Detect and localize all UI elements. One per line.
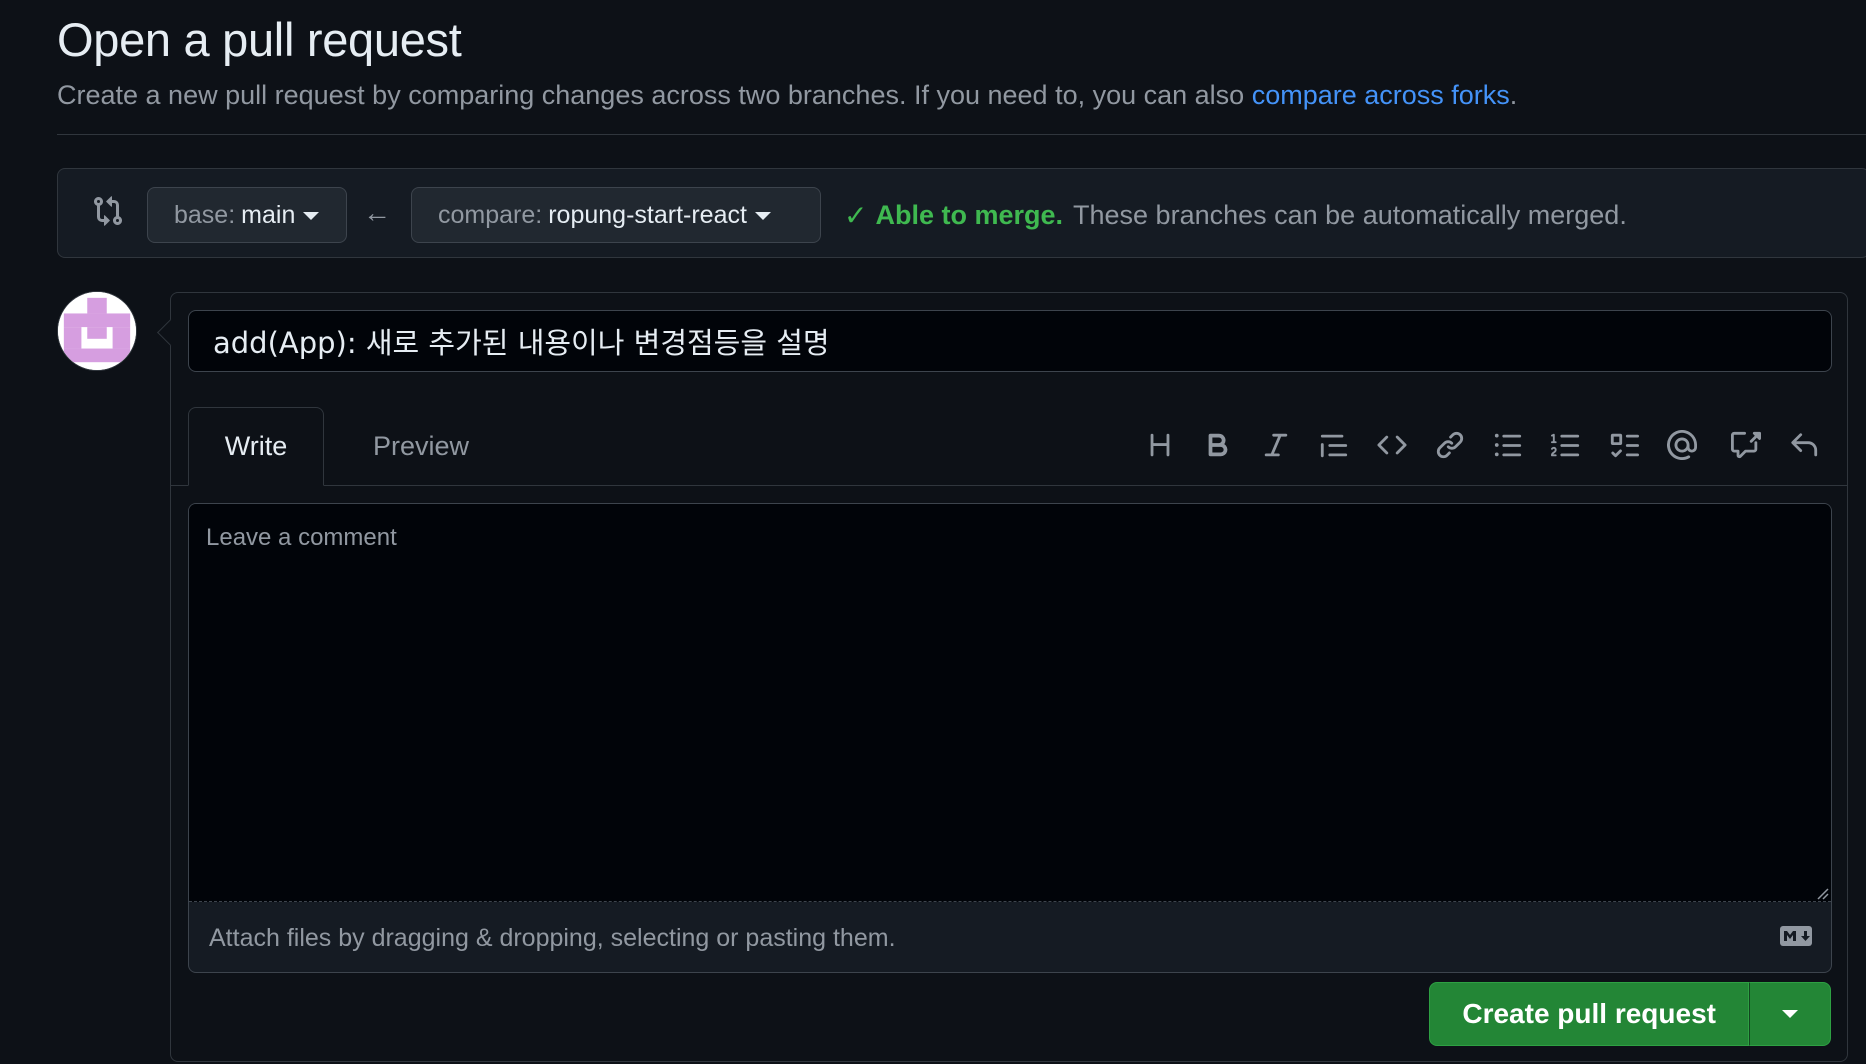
pull-request-page: Open a pull request Create a new pull re… [0,0,1866,1064]
task-list-icon [1610,433,1639,458]
attach-files-text: Attach files by dragging & dropping, sel… [209,923,896,952]
bold-icon [1208,433,1228,457]
code-button[interactable] [1363,425,1421,465]
merge-status-ok: Able to merge. [875,200,1064,230]
pr-title-input[interactable] [188,310,1832,372]
chevron-down-icon [303,212,320,220]
task-list-button[interactable] [1595,425,1653,465]
divider [57,134,1866,135]
tab-preview[interactable]: Preview [351,407,491,486]
chevron-down-icon [754,212,771,220]
unordered-list-icon [1494,433,1522,457]
git-compare-icon [94,196,123,226]
link-button[interactable] [1421,425,1479,465]
create-pr-button-group: Create pull request [1429,982,1831,1046]
reference-button[interactable] [1717,425,1775,465]
italic-button[interactable] [1247,425,1305,465]
create-pull-request-button[interactable]: Create pull request [1429,982,1749,1046]
base-branch-selector[interactable]: base: main [147,187,347,243]
subtitle-text: Create a new pull request by comparing c… [57,80,1252,110]
file-attachment-bar[interactable]: Attach files by dragging & dropping, sel… [189,903,1831,972]
reference-icon [1731,431,1761,459]
quote-button[interactable] [1305,425,1363,465]
comment-box: Attach files by dragging & dropping, sel… [188,503,1832,973]
create-pr-options-button[interactable] [1749,982,1831,1046]
page-subtitle: Create a new pull request by comparing c… [57,80,1517,111]
merge-status: ✓ Able to merge. These branches can be a… [844,199,1627,232]
italic-icon [1264,433,1288,457]
heading-icon [1150,433,1170,457]
compare-prefix: compare: [438,200,543,229]
identicon-image [58,292,136,370]
subtitle-end: . [1509,80,1518,110]
avatar[interactable] [57,291,137,371]
compare-branch-name: ropung-start-react [548,200,747,229]
markdown-toolbar [1131,425,1833,465]
editor-tabs: Write Preview [171,407,1847,486]
pull-request-form: Write Preview [157,292,1848,1062]
caret-pointer [157,319,184,346]
chevron-down-icon [1782,1010,1798,1018]
resize-handle-icon[interactable] [1815,886,1829,900]
undo-icon [1791,433,1818,457]
bold-button[interactable] [1189,425,1247,465]
compare-branch-selector[interactable]: compare: ropung-start-react [411,187,821,243]
heading-button[interactable] [1131,425,1189,465]
undo-button[interactable] [1775,425,1833,465]
mention-button[interactable] [1653,425,1711,465]
unordered-list-button[interactable] [1479,425,1537,465]
code-icon [1377,435,1407,455]
quote-icon [1320,434,1348,458]
compare-across-forks-link[interactable]: compare across forks [1252,80,1510,110]
comment-textarea[interactable] [189,504,1831,902]
check-icon: ✓ [844,200,868,231]
ordered-list-button[interactable] [1537,425,1595,465]
arrow-left-icon: ← [363,197,391,228]
markdown-icon[interactable] [1779,925,1813,947]
base-prefix: base: [174,200,236,229]
merge-status-text: These branches can be automatically merg… [1073,200,1627,230]
branch-range-editor: base: main ← compare: ropung-start-react… [57,168,1866,258]
link-icon [1436,431,1464,459]
base-branch-name: main [241,200,296,229]
page-title: Open a pull request [57,13,462,66]
ordered-list-icon [1551,433,1580,457]
tab-write[interactable]: Write [188,407,324,486]
mention-icon [1667,430,1697,460]
